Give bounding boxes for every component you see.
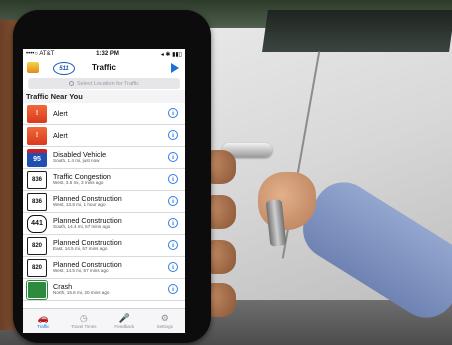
- i95-shield-icon: 95: [27, 148, 47, 167]
- gear-icon: ⚙: [160, 312, 169, 323]
- info-icon[interactable]: i: [168, 218, 178, 228]
- status-bar: ••••○ AT&T 1:32 PM ◂ ✱ ▮▮▯: [23, 49, 185, 59]
- incident-detail: West, 14.5 mi, 57 mins ago: [53, 268, 109, 274]
- info-icon[interactable]: i: [168, 196, 178, 206]
- incident-text: Alert: [53, 110, 185, 117]
- car-window: [262, 10, 452, 52]
- incident-title: Planned Construction: [53, 260, 122, 270]
- incident-detail: East, 14.5 mi, 57 mins ago: [53, 246, 108, 252]
- app-screen: ••••○ AT&T 1:32 PM ◂ ✱ ▮▮▯ 511 Traffic S…: [23, 49, 185, 333]
- state-road-shield-icon: [26, 279, 48, 300]
- info-icon[interactable]: i: [168, 174, 178, 184]
- battery-indicator: ◂ ✱ ▮▮▯: [160, 51, 182, 58]
- incident-detail: South, 14.4 mi, 57 mins ago: [53, 224, 111, 230]
- page-title: Traffic: [91, 63, 116, 72]
- incident-row[interactable]: ! Alert i: [23, 125, 185, 147]
- incident-text: Traffic Congestion West, 3.5 mi, 3 mins a…: [53, 173, 185, 186]
- incident-text: Crash North, 15.6 mi, 20 mins ago: [53, 283, 185, 296]
- toll-836-shield-icon: 836: [27, 192, 47, 211]
- incident-text: Planned Construction West, 13.8 mi, 1 hou…: [53, 195, 185, 208]
- incident-detail: West, 3.5 mi, 3 mins ago: [53, 180, 104, 186]
- incident-list: ! Alert i! Alert i 95 Disabled Vehicle South, 1…: [23, 103, 185, 301]
- tab-label: Travel Times: [70, 323, 97, 329]
- tab-travel-times[interactable]: ◷ Travel Times: [64, 309, 105, 333]
- search-icon: [69, 81, 75, 86]
- alert-icon: !: [27, 126, 47, 145]
- tab-settings[interactable]: ⚙ Settings: [145, 309, 186, 333]
- search-bar[interactable]: Select Location for Traffic: [28, 78, 180, 89]
- menu-icon[interactable]: [27, 62, 39, 73]
- play-icon[interactable]: [171, 63, 179, 73]
- incident-text: Alert: [53, 132, 185, 139]
- tab-label: Traffic: [37, 323, 50, 329]
- navigation-bar: 511 Traffic: [23, 59, 185, 76]
- info-icon[interactable]: i: [168, 240, 178, 250]
- toll-820-shield-icon: 820: [27, 258, 47, 277]
- carrier-label: ••••○ AT&T: [26, 51, 55, 57]
- incident-row[interactable]: 95 Disabled Vehicle South, 1.4 mi, just no…: [23, 147, 185, 169]
- fl511-logo: 511: [53, 62, 75, 75]
- incident-row[interactable]: ! Alert i: [23, 103, 185, 125]
- tab-label: Feedback: [114, 323, 135, 329]
- info-icon[interactable]: i: [168, 284, 178, 294]
- incident-title: Alert: [53, 108, 68, 118]
- incident-text: Planned Construction South, 14.4 mi, 57 m…: [53, 217, 185, 230]
- incident-row[interactable]: 820 Planned Construction West, 14.5 mi, 57…: [23, 257, 185, 279]
- section-header: Traffic Near You: [23, 90, 185, 103]
- incident-detail: South, 1.4 mi, just now: [53, 158, 100, 164]
- incident-row[interactable]: 836 Traffic Congestion West, 3.5 mi, 3 min…: [23, 169, 185, 191]
- toll-820-shield-icon: 820: [27, 236, 47, 255]
- incident-detail: North, 15.6 mi, 20 mins ago: [53, 290, 110, 296]
- tab-bar: 🚗 Traffic ◷ Travel Times 🎤 Feedback ⚙ Settings: [23, 308, 185, 333]
- info-icon[interactable]: i: [168, 262, 178, 272]
- incident-title: Traffic Congestion: [53, 172, 111, 182]
- incident-text: Planned Construction West, 14.5 mi, 57 mi…: [53, 261, 185, 274]
- incident-title: Alert: [53, 130, 68, 140]
- tab-feedback[interactable]: 🎤 Feedback: [104, 309, 145, 333]
- incident-text: Disabled Vehicle South, 1.4 mi, just now: [53, 151, 185, 164]
- incident-row[interactable]: 820 Planned Construction East, 14.5 mi, 57…: [23, 235, 185, 257]
- info-icon[interactable]: i: [168, 108, 178, 118]
- alert-icon: !: [27, 104, 47, 123]
- info-icon[interactable]: i: [168, 130, 178, 140]
- tab-label: Settings: [156, 323, 173, 329]
- incident-title: Planned Construction: [53, 194, 122, 204]
- incident-title: Planned Construction: [53, 216, 122, 226]
- incident-title: Crash: [53, 282, 73, 292]
- incident-text: Planned Construction East, 14.5 mi, 57 mi…: [53, 239, 185, 252]
- incident-title: Planned Construction: [53, 238, 122, 248]
- incident-row[interactable]: 441 Planned Construction South, 14.4 mi, 5…: [23, 213, 185, 235]
- toll-836-shield-icon: 836: [27, 170, 47, 189]
- incident-row[interactable]: 836 Planned Construction West, 13.8 mi, 1 …: [23, 191, 185, 213]
- incident-detail: West, 13.8 mi, 1 hour ago: [53, 202, 106, 208]
- microphone-icon: 🎤: [118, 312, 130, 323]
- incident-row[interactable]: Crash North, 15.6 mi, 20 mins ago i: [23, 279, 185, 301]
- search-placeholder: Select Location for Traffic: [77, 80, 139, 87]
- info-icon[interactable]: i: [168, 152, 178, 162]
- tab-traffic[interactable]: 🚗 Traffic: [23, 309, 64, 333]
- incident-title: Disabled Vehicle: [53, 150, 107, 160]
- clock: 1:32 PM: [96, 51, 119, 57]
- car-icon: 🚗: [37, 312, 49, 323]
- clock-icon: ◷: [79, 312, 88, 323]
- us-441-shield-icon: 441: [27, 214, 47, 233]
